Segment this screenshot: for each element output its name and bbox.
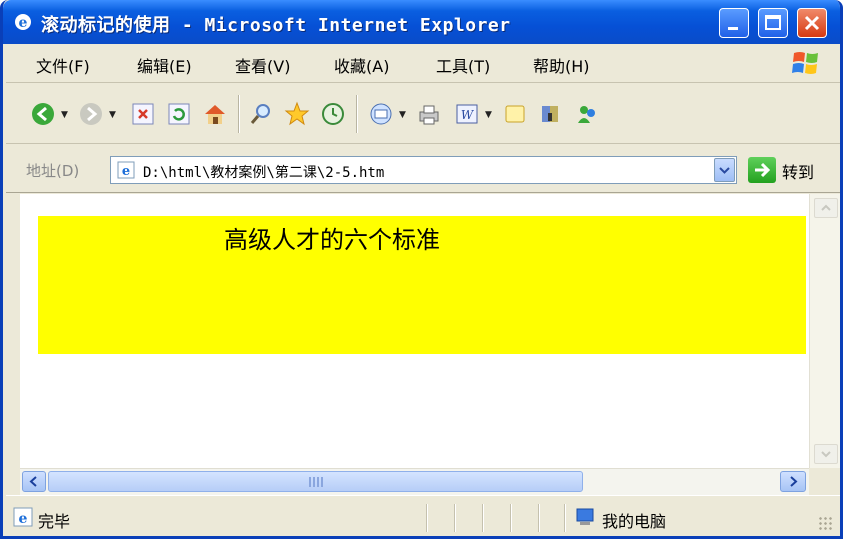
research-icon[interactable] xyxy=(538,101,564,127)
svg-text:W: W xyxy=(461,108,475,122)
my-computer-icon xyxy=(576,508,594,525)
menu-view[interactable]: 查看(V) xyxy=(235,53,290,77)
mail-dropdown-icon[interactable]: ▼ xyxy=(399,110,406,120)
address-bar: 地址(D) e D:\html\教材案例\第二课\2-5.htm 转到 xyxy=(6,144,840,193)
status-divider xyxy=(482,504,484,532)
refresh-icon[interactable] xyxy=(166,101,192,127)
svg-text:e: e xyxy=(122,164,130,179)
menu-help[interactable]: 帮助(H) xyxy=(533,53,590,77)
stop-icon[interactable] xyxy=(130,101,156,127)
status-divider xyxy=(426,504,428,532)
home-icon[interactable] xyxy=(202,101,228,127)
title-bar[interactable]: e 滚动标记的使用 - Microsoft Internet Explorer xyxy=(3,0,840,44)
back-icon[interactable] xyxy=(30,101,56,127)
edit-dropdown-icon[interactable]: ▼ xyxy=(485,110,492,120)
toolbar-separator xyxy=(356,95,358,133)
chevron-down-icon xyxy=(821,451,831,458)
close-button[interactable] xyxy=(797,8,827,38)
close-icon xyxy=(804,15,820,31)
status-divider xyxy=(564,504,566,532)
mail-icon[interactable] xyxy=(368,101,394,127)
minimize-button[interactable] xyxy=(719,8,749,38)
favorites-icon[interactable] xyxy=(284,101,310,127)
menu-file[interactable]: 文件(F) xyxy=(36,53,90,77)
chevron-right-icon xyxy=(790,476,798,487)
menu-bar: 文件(F) 编辑(E) 查看(V) 收藏(A) 工具(T) 帮助(H) xyxy=(6,44,840,83)
chevron-left-icon xyxy=(29,476,37,487)
scroll-left-button[interactable] xyxy=(22,471,46,492)
vertical-scrollbar[interactable] xyxy=(809,194,840,468)
toolbar-separator xyxy=(238,95,240,133)
windows-logo-icon xyxy=(792,52,818,74)
marquee-text: 高级人才的六个标准 xyxy=(224,226,440,254)
forward-dropdown-icon[interactable]: ▼ xyxy=(109,110,116,120)
svg-text:e: e xyxy=(19,511,28,527)
scroll-thumb[interactable] xyxy=(48,471,583,492)
history-icon[interactable] xyxy=(320,101,346,127)
scroll-right-button[interactable] xyxy=(780,471,806,492)
go-label[interactable]: 转到 xyxy=(782,159,814,183)
address-dropdown-button[interactable] xyxy=(714,158,735,182)
page-icon: e xyxy=(117,161,135,179)
status-divider xyxy=(510,504,512,532)
go-button[interactable] xyxy=(748,157,776,183)
go-arrow-icon xyxy=(755,162,771,178)
marquee-banner: 高级人才的六个标准 xyxy=(38,216,806,354)
status-divider xyxy=(538,504,540,532)
print-icon[interactable] xyxy=(416,101,442,127)
ie-icon: e xyxy=(15,14,31,31)
browser-window: e 滚动标记的使用 - Microsoft Internet Explorer … xyxy=(0,0,843,539)
menu-edit[interactable]: 编辑(E) xyxy=(137,53,192,77)
address-input[interactable]: e D:\html\教材案例\第二课\2-5.htm xyxy=(110,156,737,184)
security-zone-text: 我的电脑 xyxy=(602,512,667,531)
scroll-down-button[interactable] xyxy=(814,444,838,464)
page-done-icon: e xyxy=(13,507,33,527)
messenger-icon[interactable] xyxy=(574,101,600,127)
menu-favorites[interactable]: 收藏(A) xyxy=(334,53,389,77)
scroll-corner xyxy=(809,468,840,495)
address-value: D:\html\教材案例\第二课\2-5.htm xyxy=(143,165,385,181)
grip-icon xyxy=(309,477,323,487)
edit-icon[interactable]: W xyxy=(454,101,480,127)
maximize-button[interactable] xyxy=(758,8,788,38)
minimize-icon xyxy=(728,27,738,30)
discuss-icon[interactable] xyxy=(502,101,528,127)
standard-toolbar: ▼ ▼ ▼ W ▼ xyxy=(6,83,840,144)
maximize-icon xyxy=(765,15,781,30)
address-label: 地址(D) xyxy=(26,162,80,180)
horizontal-scrollbar[interactable] xyxy=(20,468,809,495)
svg-text:e: e xyxy=(19,15,28,31)
window-title: 滚动标记的使用 - Microsoft Internet Explorer xyxy=(41,15,511,36)
resize-grip-icon[interactable] xyxy=(818,516,834,532)
chevron-down-icon xyxy=(719,167,730,174)
back-dropdown-icon[interactable]: ▼ xyxy=(61,110,68,120)
status-text: 完毕 xyxy=(38,512,71,531)
forward-icon[interactable] xyxy=(78,101,104,127)
search-icon[interactable] xyxy=(248,101,274,127)
page-content: 高级人才的六个标准 xyxy=(20,194,809,468)
chevron-up-icon xyxy=(821,204,831,211)
menu-tools[interactable]: 工具(T) xyxy=(436,53,490,77)
status-bar: e 完毕 我的电脑 xyxy=(6,495,840,536)
scroll-up-button[interactable] xyxy=(814,198,838,218)
status-divider xyxy=(454,504,456,532)
